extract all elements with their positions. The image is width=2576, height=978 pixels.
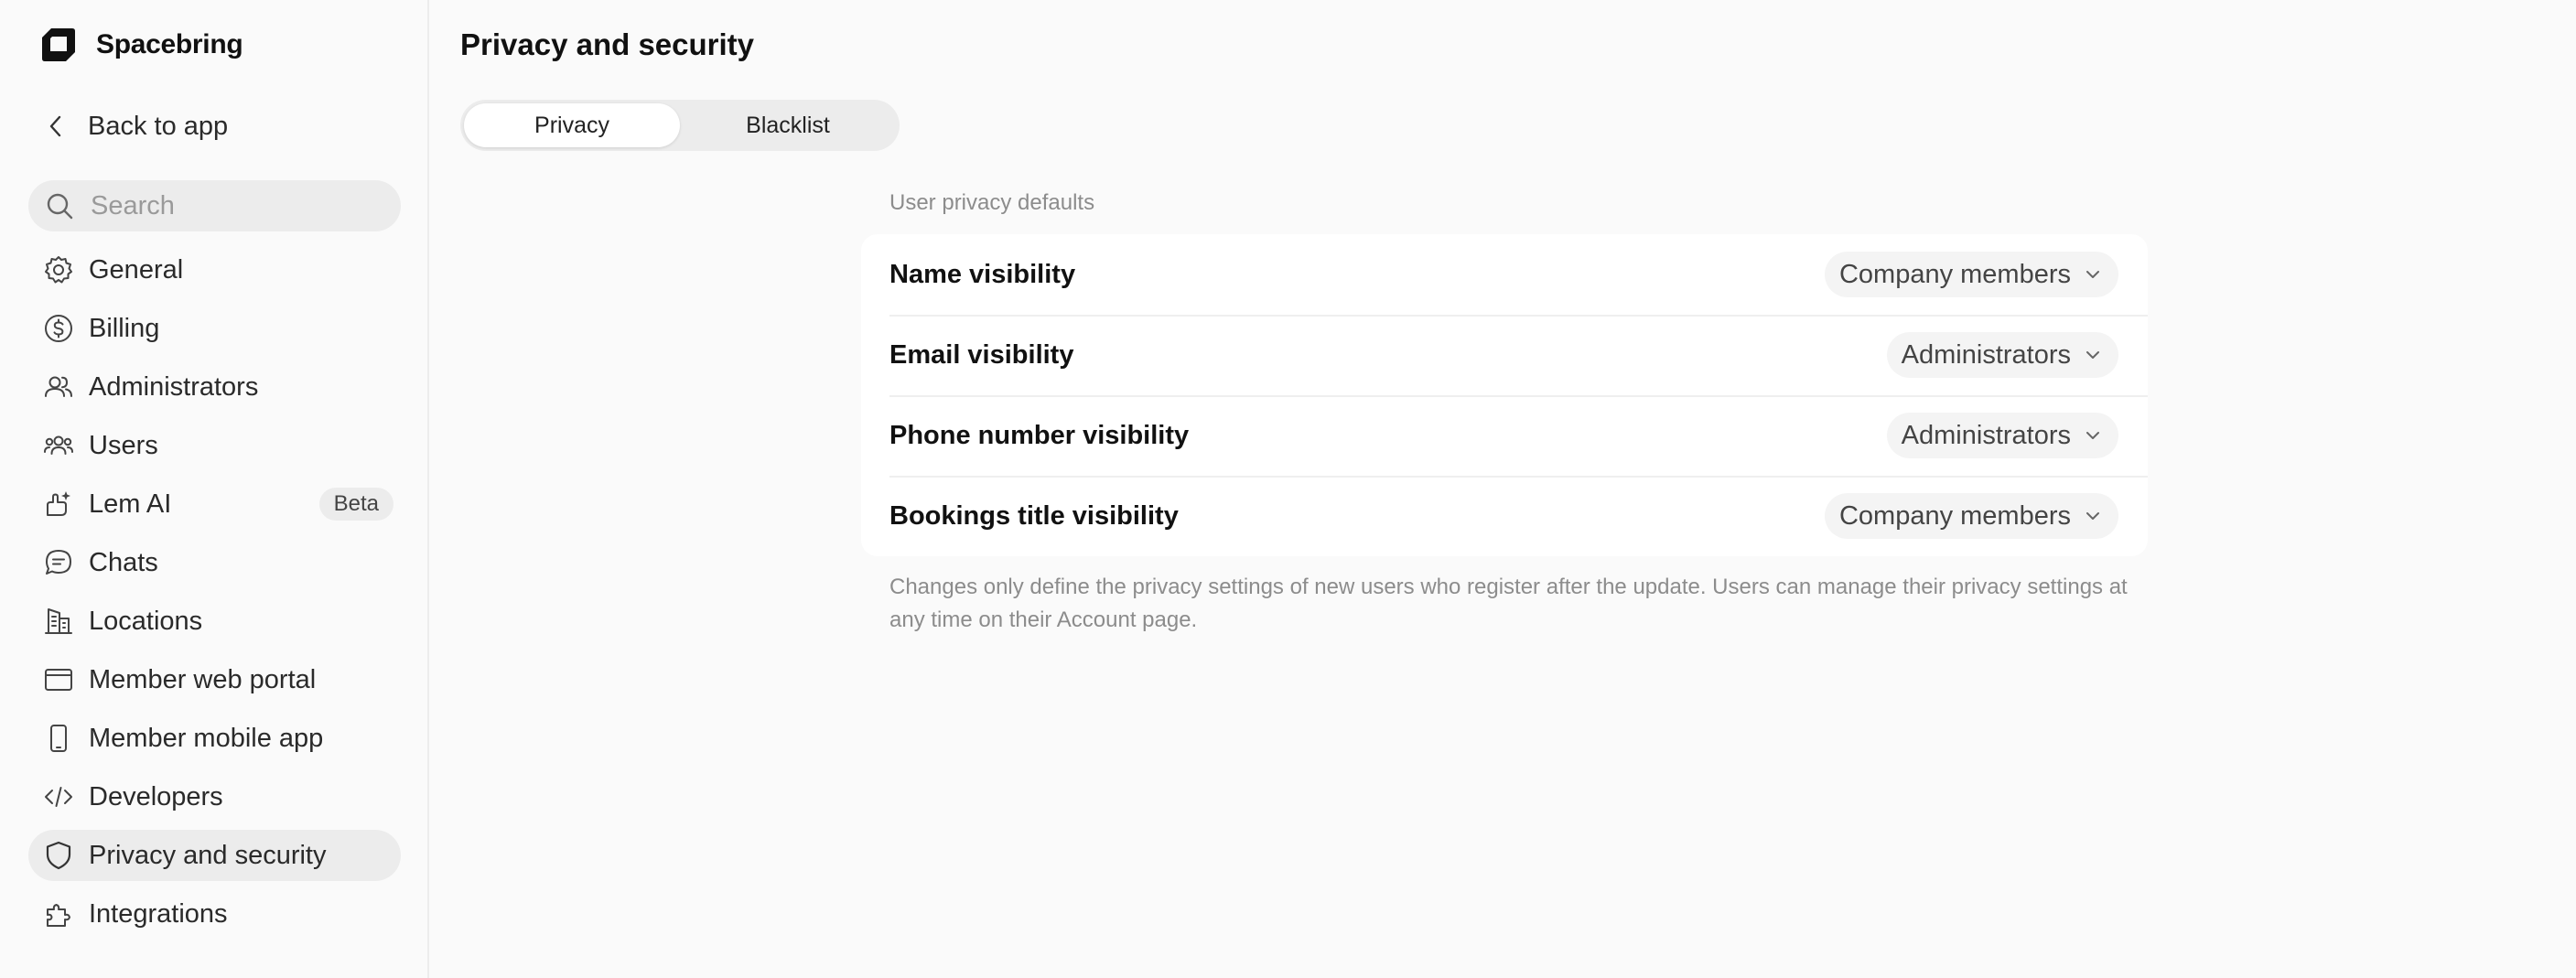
sidebar-item-integrations[interactable]: Integrations [28,888,401,940]
back-to-app-label: Back to app [88,111,229,141]
setting-label: Name visibility [889,259,1076,289]
phone-number-visibility-select[interactable]: Administrators [1886,413,2118,458]
sidebar-item-chats[interactable]: Chats [28,537,401,588]
sidebar-item-label: General [89,254,184,285]
sidebar-item-label: Privacy and security [89,840,327,870]
back-to-app-link[interactable]: Back to app [44,106,228,146]
select-value: Administrators [1901,339,2071,370]
sidebar-item-privacy-and-security[interactable]: Privacy and security [28,830,401,881]
chevron-down-icon [2084,507,2102,525]
building-icon [43,606,74,637]
shield-icon [43,840,74,871]
sidebar-item-label: Developers [89,781,223,811]
puzzle-icon [43,898,74,930]
tab-blacklist[interactable]: Blacklist [680,103,896,147]
select-value: Administrators [1901,420,2071,450]
sidebar-item-label: Locations [89,606,203,636]
select-value: Company members [1838,500,2071,531]
beta-badge: Beta [318,488,393,521]
chevron-down-icon [2084,346,2102,364]
settings-nav: General Billing Administrators Users Lem… [28,244,401,947]
sidebar-item-lem-ai[interactable]: Lem AI Beta [28,478,401,530]
chevron-down-icon [2084,265,2102,284]
sidebar-item-locations[interactable]: Locations [28,596,401,647]
setting-row-email-visibility: Email visibility Administrators [861,315,2148,395]
setting-label: Bookings title visibility [889,500,1179,531]
brand-name: Spacebring [96,29,243,59]
chevron-left-icon [44,114,68,138]
bookings-title-visibility-select[interactable]: Company members [1824,493,2118,539]
code-icon [43,781,74,812]
dollar-circle-icon [43,313,74,344]
sidebar: Spacebring Back to app General [0,0,429,978]
privacy-footnote: Changes only define the privacy settings… [889,575,2128,632]
user-group-icon [43,430,74,461]
brand[interactable]: Spacebring [40,24,243,66]
sidebar-item-label: Billing [89,313,160,343]
setting-label: Phone number visibility [889,420,1190,450]
chat-bubble-icon [43,547,74,578]
section-label: User privacy defaults [889,190,1095,215]
browser-window-icon [43,664,74,695]
setting-row-bookings-title-visibility: Bookings title visibility Company member… [861,476,2148,556]
chevron-down-icon [2084,426,2102,445]
sidebar-item-label: Chats [89,547,158,577]
sidebar-item-member-mobile-app[interactable]: Member mobile app [28,713,401,764]
sidebar-item-general[interactable]: General [28,244,401,296]
spacebring-logo-icon [40,26,77,64]
ai-hand-icon [43,489,74,520]
sidebar-item-label: Users [89,430,158,460]
sidebar-item-billing[interactable]: Billing [28,303,401,354]
sidebar-item-label: Lem AI [89,489,172,519]
sidebar-item-label: Member web portal [89,664,317,694]
sidebar-item-administrators[interactable]: Administrators [28,361,401,413]
sidebar-item-label: Member mobile app [89,723,324,753]
search-input[interactable] [91,190,383,221]
search-icon [45,191,74,220]
sidebar-item-users[interactable]: Users [28,420,401,471]
sidebar-item-label: Integrations [89,898,228,929]
gear-icon [43,254,74,285]
setting-row-phone-number-visibility: Phone number visibility Administrators [861,395,2148,476]
privacy-settings-card: Name visibility Company members Email vi… [861,234,2148,556]
name-visibility-select[interactable]: Company members [1824,252,2118,297]
sidebar-item-member-web-portal[interactable]: Member web portal [28,654,401,705]
page-title: Privacy and security [460,27,755,61]
sidebar-item-label: Administrators [89,371,259,402]
search-box[interactable] [28,180,401,231]
setting-row-name-visibility: Name visibility Company members [861,234,2148,315]
setting-label: Email visibility [889,339,1074,370]
select-value: Company members [1838,259,2071,289]
tab-privacy[interactable]: Privacy [464,103,680,147]
users-icon [43,371,74,403]
email-visibility-select[interactable]: Administrators [1886,332,2118,378]
sidebar-item-developers[interactable]: Developers [28,771,401,822]
tab-switcher: Privacy Blacklist [460,100,900,151]
mobile-phone-icon [43,723,74,754]
